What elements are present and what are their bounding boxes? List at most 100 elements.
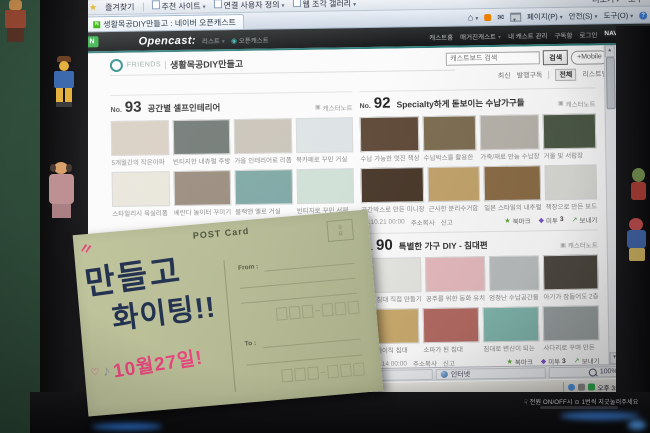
casternote-link[interactable]: ▣ 캐스터노트 [315,102,353,113]
send-button[interactable]: ↗ 보내기 [571,214,598,224]
cast-thumbnail-image[interactable] [111,170,170,207]
link-my-cast[interactable]: 내 캐스트 관리 [508,30,548,41]
scroll-up-arrow[interactable]: ▲ [604,45,615,58]
tools-menu-button[interactable]: 도구(O) [603,10,633,21]
thumb-cell[interactable]: 일본 스타일의 내추럴 [483,164,542,212]
scrollbar-thumb[interactable] [605,57,616,110]
opencast-nav-list[interactable]: 리스트 [202,35,225,45]
cast-thumbnail-image[interactable] [482,306,540,343]
thumb-cell[interactable]: 아기가 잠들어도 2층 [542,254,599,301]
casternote-link[interactable]: ▣ 캐스터노트 [560,239,598,250]
thumb-cell[interactable]: 빈티지로 꾸민 서재 [296,167,355,215]
bookmark-button[interactable]: ★ 북마크 [506,356,533,367]
page-icon [292,0,301,8]
cast-thumbnail-image[interactable] [425,256,485,293]
cast-thumbnail-image[interactable] [427,165,481,202]
thumb-cell[interactable]: 거울 및 서랍장 [542,112,597,160]
metoo-button[interactable]: ◆ 미투 3 [538,214,564,225]
mail-icon[interactable]: ✉ [497,13,504,22]
casternote-link[interactable]: ▣ 캐스터노트 [558,98,596,109]
page-menu-button[interactable]: 페이지(P) [527,11,563,23]
cast-thumbnail-image[interactable] [172,118,231,155]
cast-title-link[interactable]: 공간별 셀프인테리어 [147,101,220,114]
help-icon[interactable]: ? [639,11,648,20]
thumb-cell[interactable]: 스타일리시 욕실리폼 [111,170,170,218]
report-link[interactable]: 신고 [441,216,453,226]
cast-thumbnail-image[interactable] [488,255,540,292]
search-input[interactable] [446,51,541,66]
thumb-cell[interactable]: 침대로 변신이 되는 [482,306,540,353]
thumb-cell[interactable]: 북카페로 꾸민 거실 [295,116,354,164]
cast-thumbnail-image[interactable] [295,116,354,153]
cast-thumbnail-image[interactable] [479,113,540,150]
safety-menu-button[interactable]: 안전(S) [569,10,598,21]
link-magazine-cast[interactable]: 매거진캐스트 [460,30,501,41]
cast-thumbnail-image[interactable] [110,119,169,156]
cast-thumbnail-image[interactable] [233,117,292,154]
thumb-cell[interactable]: 블랙앤 옐로 거실 [234,168,293,216]
thumb-cell[interactable]: 공주를 위한 동화 유치 [425,256,485,303]
mobile-button[interactable]: +Mobile [571,49,608,65]
thumb-cell[interactable]: 근사한 분리수거함 [427,165,481,213]
thumb-cell[interactable]: 5개월간의 작은아파 [110,119,169,167]
extension-badge-icon[interactable]: N [88,36,99,48]
opencast-nav-home[interactable]: ◉ 오픈캐스트 [231,34,269,45]
cast-thumbnail-image[interactable] [173,169,232,206]
customize-links-button[interactable]: 연결 사용자 정의 [213,0,284,11]
send-button[interactable]: ↗ 보내기 [574,355,600,366]
copy-address-link[interactable]: 주소복사 [413,358,437,368]
search-button[interactable]: 검색 [543,49,569,66]
tray-icon[interactable] [577,383,585,391]
tray-icon[interactable] [567,383,575,391]
link-cast-home[interactable]: 캐스트홈 [429,31,453,41]
cast-thumbnail-image[interactable] [542,254,599,291]
home-icon[interactable]: ⌂ [468,12,479,23]
thumb-cell[interactable]: 사다리로 꾸며 만든 [542,305,600,352]
thumb-cell[interactable]: 빈티지한 내츄럴 주방 [172,118,231,166]
filter-all[interactable]: 전체 [555,68,577,82]
cast-thumbnail-image[interactable] [422,307,480,344]
thumb-cell[interactable]: 엄청난 수납공간을 [488,255,540,302]
cast-thumbnail-image[interactable] [422,114,477,151]
copy-address-link[interactable]: 주소복사 [411,216,435,226]
thumb-cell[interactable]: 수납 가능한 멋진 책상 [359,115,420,163]
favorites-button[interactable]: 즐겨찾기 [105,1,135,12]
thumb-cell[interactable]: 책장으로 만든 보드 [544,163,598,211]
cast-thumbnail-image[interactable] [542,112,597,149]
more-button[interactable]: 더보기 [592,0,619,5]
tray-icon[interactable] [587,383,595,391]
thumb-cell[interactable]: 소파가 된 침대 [422,307,480,355]
cast-thumbnail-image[interactable] [542,305,600,342]
thumb-cell[interactable]: 가을 인테리어로 리폼 [233,117,292,165]
cast-thumbnail-image[interactable] [483,164,542,201]
cast-thumbnail-image[interactable] [296,167,355,204]
thumb-cell[interactable]: 가죽/재료 만능 수납장 [479,113,540,161]
cast-thumbnail-image[interactable] [360,166,425,203]
filter-subscribe[interactable]: 발행구독 [517,70,543,80]
cast-title-link[interactable]: Specialty하게 돋보이는 수납가구들 [396,97,524,111]
browser-tab[interactable]: N 생활목공DIY만들고 : 네이버 오픈캐스트 [88,13,244,32]
bookmark-button[interactable]: ★ 북마크 [504,215,530,225]
thumbnail-caption: 책장으로 만든 보드 [545,202,598,211]
report-link[interactable]: 신고 [443,358,455,368]
thumb-cell[interactable]: 수납박스를 활용한 [422,114,477,162]
cast-thumbnail-image[interactable] [234,168,293,205]
thumbnail-caption: 소파가 된 침대 [423,346,463,355]
cast-thumbnail-image[interactable] [544,163,598,200]
link-login[interactable]: 로그인 [579,29,597,39]
thumb-cell[interactable]: 베란다 놀이터 꾸미기 [173,169,232,217]
metoo-button[interactable]: ◆ 미투 3 [541,356,566,366]
cast-title-link[interactable]: 특별한 가구 DIY - 침대편 [399,239,488,252]
opencast-logo[interactable]: Opencast: [138,34,196,47]
thumb-cell[interactable]: 공간박스로 만든 미니장 [360,166,425,214]
suggested-sites-button[interactable]: 추천 사이트 [151,0,205,12]
link-subscriptions[interactable]: 구독함 [554,29,572,39]
cast-title[interactable]: 생활목공DIY만들고 [170,57,243,71]
filter-latest[interactable]: 최신 [498,71,511,81]
print-icon[interactable] [509,12,522,22]
toolbar-tools-button[interactable]: 도구 [628,0,643,4]
music-note-doodle: ♪ [101,362,112,381]
web-slice-gallery-button[interactable]: 웹 조각 갤러리 [292,0,356,10]
cast-thumbnail-image[interactable] [359,115,420,152]
feed-icon[interactable] [484,14,492,22]
